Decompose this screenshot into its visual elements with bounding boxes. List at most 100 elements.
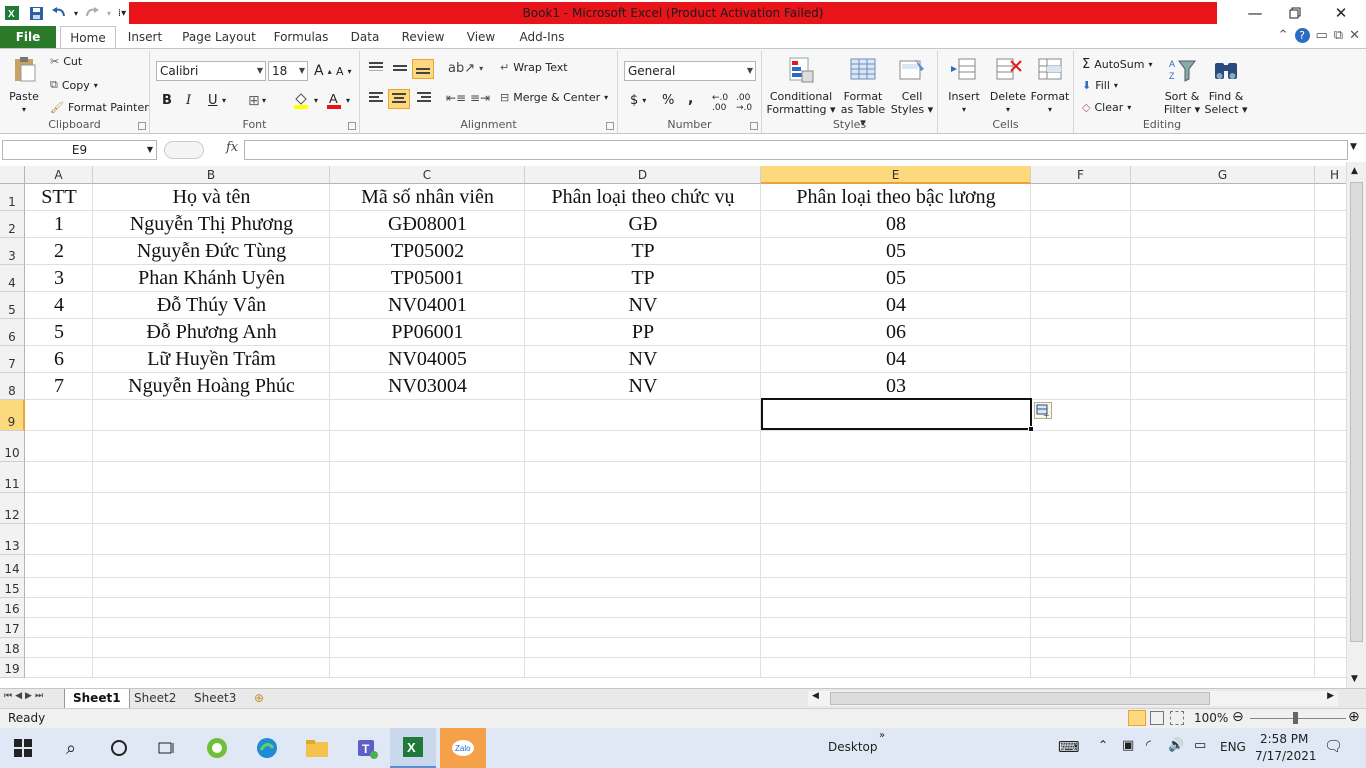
column-header-b[interactable]: B	[93, 166, 330, 184]
header-cell-b1[interactable]: Họ và tên	[93, 184, 330, 211]
meet-now-icon[interactable]: ▣	[1122, 738, 1134, 753]
row-header-1[interactable]: 1	[0, 184, 25, 211]
align-middle-icon[interactable]	[392, 61, 408, 75]
row-header-16[interactable]: 16	[0, 598, 25, 618]
align-top-icon[interactable]	[368, 61, 384, 75]
align-center-icon[interactable]	[388, 89, 410, 109]
select-all-corner[interactable]	[0, 166, 25, 184]
cell-d5[interactable]: NV	[525, 292, 761, 319]
insert-sheet-icon[interactable]: ⊕	[246, 689, 272, 708]
cell-c7[interactable]: NV04005	[330, 346, 525, 373]
windows-start-icon[interactable]	[0, 728, 46, 768]
task-view-icon[interactable]	[144, 728, 190, 768]
workbook-close-icon[interactable]: ✕	[1349, 28, 1360, 43]
column-header-g[interactable]: G	[1131, 166, 1315, 184]
cell-e6[interactable]: 06	[761, 319, 1031, 346]
page-break-view-icon[interactable]	[1170, 711, 1184, 725]
cell-d3[interactable]: TP	[525, 238, 761, 265]
tab-view[interactable]: View	[458, 26, 504, 48]
cell-b6[interactable]: Đỗ Phương Anh	[93, 319, 330, 346]
underline-dropdown-icon[interactable]: ▾	[222, 96, 226, 105]
cell-a3[interactable]: 2	[25, 238, 93, 265]
expand-formula-bar-icon[interactable]: ▼	[1350, 142, 1357, 152]
horizontal-scroll-thumb[interactable]	[830, 692, 1210, 705]
cut-button[interactable]: ✂ Cut	[50, 55, 82, 68]
desktop-toolbar-label[interactable]: Desktop	[828, 740, 878, 754]
decrease-indent-icon[interactable]: ⇤≡	[446, 91, 466, 105]
italic-button[interactable]: I	[186, 93, 191, 108]
sheet-tab-sheet3[interactable]: Sheet3	[186, 689, 244, 708]
row-header-7[interactable]: 7	[0, 346, 25, 373]
row-header-8[interactable]: 8	[0, 373, 25, 400]
decrease-decimal-icon[interactable]: .00 →.0	[736, 93, 752, 113]
number-format-select[interactable]: General ▼	[624, 61, 756, 81]
clock-date[interactable]: 7/17/2021	[1255, 749, 1317, 763]
scroll-left-icon[interactable]: ◀	[812, 691, 819, 701]
font-color-button[interactable]: A ▾	[326, 91, 350, 109]
teams-icon[interactable]: T	[344, 728, 390, 768]
format-painter-button[interactable]: 🖌 Format Painter	[50, 101, 149, 114]
notifications-icon[interactable]: 🗨	[1324, 737, 1343, 755]
row-header-10[interactable]: 10	[0, 431, 25, 462]
shrink-font-button[interactable]: A ▾	[336, 65, 352, 78]
zoom-slider-thumb[interactable]	[1293, 712, 1298, 724]
header-cell-e1[interactable]: Phân loại theo bậc lương	[761, 184, 1031, 211]
cell-a6[interactable]: 5	[25, 319, 93, 346]
cell-b4[interactable]: Phan Khánh Uyên	[93, 265, 330, 292]
row-header-19[interactable]: 19	[0, 658, 25, 678]
zoom-in-icon[interactable]: ⊕	[1348, 709, 1360, 725]
column-header-e[interactable]: E	[761, 166, 1031, 184]
sheet-navigation-icons[interactable]: ⏮◀▶⏭	[4, 691, 46, 701]
paste-dropdown-icon[interactable]: ▾	[4, 103, 44, 116]
align-left-icon[interactable]	[368, 91, 384, 105]
cell-d2[interactable]: GĐ	[525, 211, 761, 238]
currency-button[interactable]: $ ▾	[630, 93, 646, 108]
cell-d6[interactable]: PP	[525, 319, 761, 346]
row-header-15[interactable]: 15	[0, 578, 25, 598]
cell-e5[interactable]: 04	[761, 292, 1031, 319]
row-header-12[interactable]: 12	[0, 493, 25, 524]
cell-e3[interactable]: 05	[761, 238, 1031, 265]
row-header-5[interactable]: 5	[0, 292, 25, 319]
scroll-up-icon[interactable]: ▲	[1351, 166, 1358, 176]
column-header-c[interactable]: C	[330, 166, 525, 184]
cell-c8[interactable]: NV03004	[330, 373, 525, 400]
cell-b5[interactable]: Đỗ Thúy Vân	[93, 292, 330, 319]
merge-center-button[interactable]: ⊟ Merge & Center ▾	[500, 91, 608, 104]
tab-data[interactable]: Data	[342, 26, 388, 48]
font-name-select[interactable]: Calibri ▼	[156, 61, 266, 81]
format-cells-button[interactable]: Format ▾	[1028, 55, 1072, 116]
row-header-4[interactable]: 4	[0, 265, 25, 292]
clear-button[interactable]: ◇ Clear ▾	[1082, 101, 1131, 114]
row-header-18[interactable]: 18	[0, 638, 25, 658]
close-icon[interactable]: ✕	[1318, 0, 1364, 26]
cell-e7[interactable]: 04	[761, 346, 1031, 373]
toolbar-expand-icon[interactable]: »	[879, 730, 885, 741]
borders-dropdown-icon[interactable]: ▾	[262, 96, 266, 105]
header-cell-c1[interactable]: Mã số nhân viên	[330, 184, 525, 211]
vertical-scrollbar[interactable]: ▲ ▼	[1346, 162, 1366, 688]
header-cell-a1[interactable]: STT	[25, 184, 93, 211]
cell-styles-button[interactable]: Cell Styles ▾	[890, 55, 934, 116]
paste-button[interactable]: Paste ▾	[4, 55, 44, 116]
scroll-down-icon[interactable]: ▼	[1351, 674, 1358, 684]
cell-a7[interactable]: 6	[25, 346, 93, 373]
number-launcher-icon[interactable]	[750, 122, 758, 130]
insert-cells-button[interactable]: Insert ▾	[942, 55, 986, 116]
copy-button[interactable]: ⧉ Copy ▾	[50, 78, 98, 92]
minimize-ribbon-icon[interactable]: ⌃	[1278, 28, 1289, 43]
excel-taskbar-icon[interactable]: X	[390, 728, 436, 768]
fill-handle[interactable]	[1028, 426, 1034, 432]
orientation-icon[interactable]: ab↗ ▾	[448, 61, 483, 76]
insert-function-icon[interactable]: fx	[226, 140, 238, 155]
restore-icon[interactable]	[1272, 0, 1318, 26]
column-header-h[interactable]: H	[1315, 166, 1346, 184]
row-header-6[interactable]: 6	[0, 319, 25, 346]
cell-b3[interactable]: Nguyễn Đức Tùng	[93, 238, 330, 265]
zoom-level[interactable]: 100%	[1194, 711, 1228, 725]
selected-cell-E9[interactable]	[761, 398, 1034, 432]
language-indicator[interactable]: ENG	[1220, 740, 1246, 754]
cell-e8[interactable]: 03	[761, 373, 1031, 400]
cell-b8[interactable]: Nguyễn Hoàng Phúc	[93, 373, 330, 400]
sheet-tab-sheet1[interactable]: Sheet1	[64, 689, 130, 708]
